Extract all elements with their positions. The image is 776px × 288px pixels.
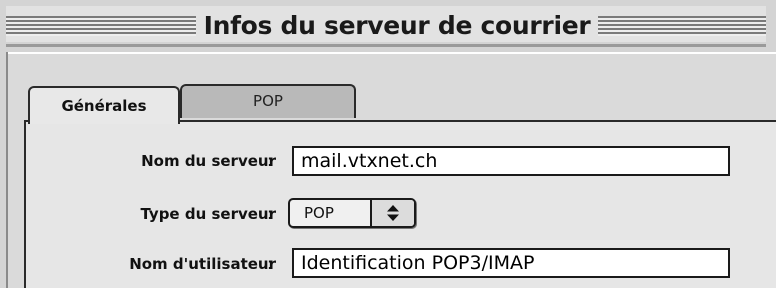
server-name-label: Nom du serveur [141,152,276,170]
window-title: Infos du serveur de courrier [203,11,591,40]
server-name-colon: : [267,151,273,170]
username-colon: : [267,254,273,273]
server-type-value: POP [304,204,334,222]
title-bar-divider [6,44,766,47]
username-label: Nom d'utilisateur [129,255,276,273]
tab-pop[interactable]: POP [180,84,356,118]
server-type-popup[interactable]: POP [288,198,416,228]
title-bar-stripes-right [598,16,766,36]
up-down-arrows-icon [372,200,414,226]
server-type-label: Type du serveur [140,205,276,223]
tab-generales[interactable]: Générales [28,86,180,124]
server-name-field[interactable]: mail.vtxnet.ch [292,146,730,176]
server-type-colon: : [267,204,273,223]
window-title-bar[interactable]: Infos du serveur de courrier [6,6,766,42]
username-field[interactable]: Identification POP3/IMAP [292,248,730,278]
title-bar-stripes-left [6,16,196,36]
dialog-left-edge [6,52,8,288]
